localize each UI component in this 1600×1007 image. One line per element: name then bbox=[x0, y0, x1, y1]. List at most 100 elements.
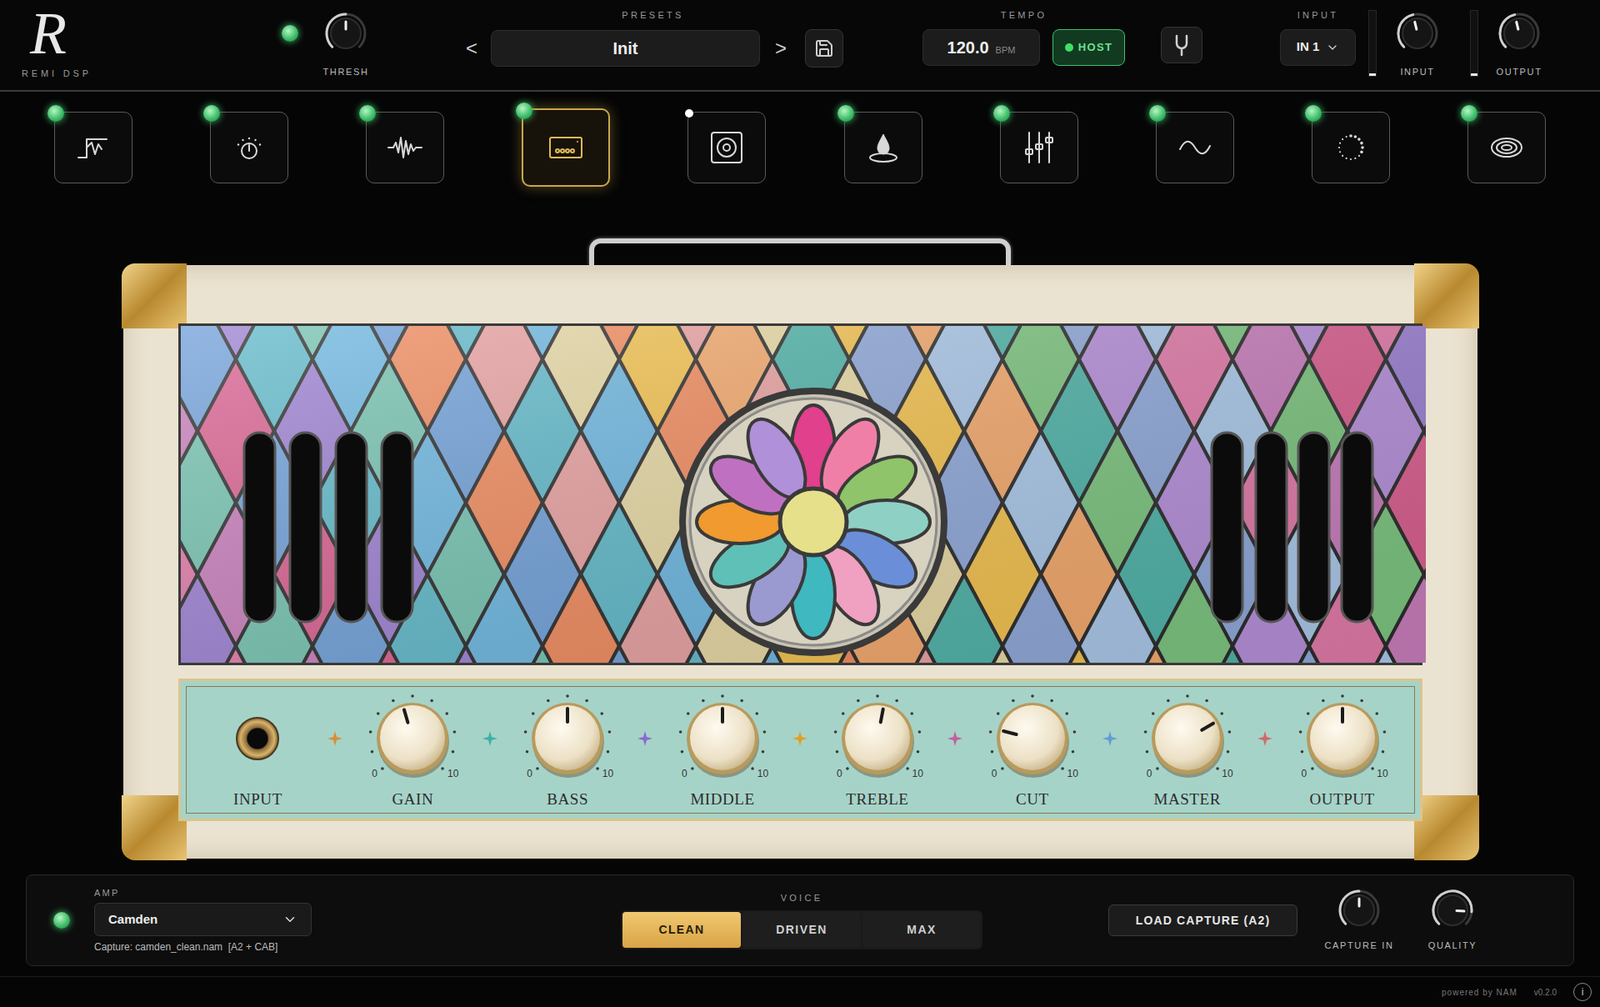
amp-handle bbox=[589, 238, 1011, 265]
next-preset-button[interactable]: > bbox=[771, 33, 790, 64]
module-power[interactable] bbox=[1460, 105, 1478, 122]
top-bar: RREMI DSPTHRESHPRESETS<Init>TEMPO120.0BP… bbox=[0, 0, 1600, 92]
amp-knob[interactable] bbox=[676, 692, 769, 785]
drop-module-icon bbox=[865, 129, 902, 166]
comp-module-icon bbox=[386, 129, 424, 166]
thresh-control: THRESH bbox=[320, 0, 371, 80]
io-control: INPUT bbox=[1388, 0, 1447, 80]
module-tile[interactable] bbox=[844, 111, 923, 184]
level-meter bbox=[1470, 10, 1479, 77]
module-power[interactable] bbox=[515, 102, 533, 120]
module-power[interactable] bbox=[993, 105, 1010, 122]
amp-control: INPUT bbox=[180, 692, 336, 812]
quality-knob[interactable] bbox=[1430, 888, 1475, 932]
voice-option[interactable]: MAX bbox=[862, 911, 981, 948]
sparkle-icon bbox=[947, 730, 963, 746]
module-power[interactable] bbox=[1305, 105, 1322, 122]
io-control: OUTPUT bbox=[1490, 0, 1549, 80]
amp-knob[interactable] bbox=[1296, 692, 1389, 785]
module-tile[interactable] bbox=[1000, 111, 1079, 184]
amp-control: 010BASS bbox=[490, 692, 645, 812]
gold-corner bbox=[121, 263, 187, 329]
amp-control: 010CUT bbox=[955, 692, 1110, 812]
amp-control: 010GAIN bbox=[335, 692, 490, 812]
presets: PRESETS<Init> bbox=[462, 0, 844, 68]
amp-panel-control: QUALITY bbox=[1415, 888, 1490, 953]
output-knob[interactable] bbox=[1497, 11, 1541, 55]
voice-option[interactable]: CLEAN bbox=[622, 911, 741, 948]
tempo: TEMPO120.0BPMHOST bbox=[922, 0, 1125, 66]
sparkle-icon bbox=[482, 730, 498, 746]
module-tile[interactable] bbox=[1311, 111, 1390, 184]
save-preset-button[interactable] bbox=[805, 29, 844, 68]
cab-module-icon bbox=[708, 129, 745, 166]
tuning-fork-icon bbox=[1171, 33, 1192, 57]
module-power[interactable] bbox=[1149, 105, 1166, 122]
input-jack[interactable] bbox=[235, 716, 280, 760]
voice-selector: VOICECLEANDRIVENMAX bbox=[593, 890, 1010, 950]
module-tile[interactable] bbox=[687, 111, 766, 184]
module-power[interactable] bbox=[837, 105, 855, 122]
amp-control: 010MIDDLE bbox=[645, 692, 800, 812]
amp-control: 010MASTER bbox=[1110, 692, 1265, 812]
amp-knob[interactable] bbox=[366, 692, 459, 785]
module-tile[interactable] bbox=[210, 111, 289, 184]
input-knob[interactable] bbox=[1395, 11, 1440, 55]
voice-option[interactable]: DRIVEN bbox=[742, 911, 861, 948]
load-capture-button[interactable]: LOAD CAPTURE (A2) bbox=[1108, 904, 1298, 936]
thresh-knob[interactable] bbox=[324, 11, 368, 55]
module-tile[interactable] bbox=[1155, 111, 1235, 184]
module-tile[interactable] bbox=[54, 111, 133, 184]
info-button[interactable]: i bbox=[1573, 982, 1592, 1001]
logo-name: REMI DSP bbox=[21, 66, 92, 81]
logo: RREMI DSP bbox=[0, 0, 282, 81]
save-icon bbox=[814, 38, 835, 59]
amp-model-dropdown[interactable]: Camden bbox=[94, 902, 312, 936]
capture-info: Capture: camden_clean.nam [A2 + CAB] bbox=[94, 939, 312, 955]
rose-window bbox=[682, 390, 945, 653]
amp-knob[interactable] bbox=[831, 692, 924, 785]
amp-knob[interactable] bbox=[986, 692, 1079, 785]
sparkle-icon bbox=[792, 730, 808, 746]
prev-preset-button[interactable]: < bbox=[462, 33, 481, 64]
amp-head: INPUT010GAIN010BASS010MIDDLE010TREBLE010… bbox=[0, 238, 1600, 859]
amp-panel-control: CAPTURE IN bbox=[1322, 888, 1396, 953]
module-tile[interactable] bbox=[365, 111, 445, 184]
amp-knob[interactable] bbox=[521, 692, 614, 785]
amp-knob[interactable] bbox=[1141, 692, 1234, 785]
amp-control: 010TREBLE bbox=[800, 692, 955, 812]
gate-module-icon bbox=[75, 129, 112, 166]
module-tile[interactable] bbox=[1467, 111, 1546, 184]
level-meter bbox=[1368, 10, 1377, 77]
control-panel: INPUT010GAIN010BASS010MIDDLE010TREBLE010… bbox=[178, 678, 1423, 821]
chevron-down-icon bbox=[1325, 40, 1340, 55]
amp-module-icon bbox=[547, 129, 585, 166]
amp-chassis: INPUT010GAIN010BASS010MIDDLE010TREBLE010… bbox=[123, 265, 1478, 859]
input-source-dropdown[interactable]: IN 1 bbox=[1280, 29, 1356, 66]
capture-in-knob[interactable] bbox=[1337, 888, 1381, 932]
module-power[interactable] bbox=[359, 105, 376, 122]
tempo-field[interactable]: 120.0BPM bbox=[922, 29, 1040, 66]
gate-power[interactable] bbox=[281, 25, 299, 42]
eq-module-icon bbox=[1020, 129, 1058, 166]
drive-module-icon bbox=[230, 129, 268, 166]
module-power[interactable] bbox=[47, 105, 65, 122]
module-tile[interactable] bbox=[521, 108, 610, 187]
grille-frame bbox=[178, 323, 1423, 665]
amp-power[interactable] bbox=[53, 911, 70, 929]
mod-module-icon bbox=[1176, 129, 1214, 166]
chevron-down-icon bbox=[282, 911, 298, 927]
input-select: INPUTIN 1 bbox=[1280, 0, 1356, 66]
tuner-button[interactable] bbox=[1160, 26, 1203, 64]
amp-control: 010OUTPUT bbox=[1265, 692, 1420, 812]
stained-glass-grille bbox=[180, 325, 1426, 663]
app: RREMI DSPTHRESHPRESETS<Init>TEMPO120.0BP… bbox=[0, 0, 1600, 1007]
module-power[interactable] bbox=[685, 109, 694, 118]
footer: powered by NAMv0.2.0i bbox=[0, 975, 1600, 1007]
gold-corner bbox=[121, 795, 187, 860]
host-sync-button[interactable]: HOST bbox=[1052, 29, 1125, 66]
amp-settings-panel: AMPCamdenCapture: camden_clean.nam [A2 +… bbox=[25, 874, 1575, 966]
module-chain bbox=[0, 91, 1600, 187]
preset-name-field[interactable]: Init bbox=[490, 30, 760, 67]
module-power[interactable] bbox=[203, 105, 220, 122]
